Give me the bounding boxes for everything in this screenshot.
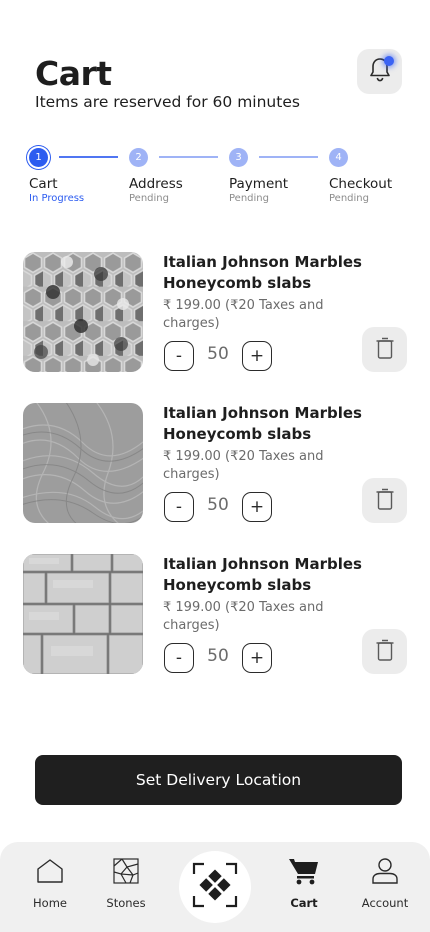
- quantity-stepper: - 50 +: [164, 643, 272, 673]
- product-image[interactable]: [23, 403, 143, 523]
- item-price: ₹ 199.00 (₹20 Taxes and charges): [163, 298, 324, 331]
- step-checkout[interactable]: 4 Checkout Pending: [329, 148, 392, 204]
- remove-item-button[interactable]: [362, 629, 407, 674]
- scan-button[interactable]: [179, 851, 251, 923]
- product-image[interactable]: [23, 252, 143, 372]
- notification-dot: [384, 56, 394, 66]
- step-number: 3: [229, 148, 248, 167]
- quantity-value: 50: [207, 646, 229, 666]
- trash-icon: [374, 336, 396, 364]
- step-label: Payment: [229, 176, 289, 192]
- checkout-stepper: 1 Cart In Progress 2 Address Pending 3 P…: [0, 148, 430, 210]
- notifications-button[interactable]: [357, 49, 402, 94]
- tab-label: Cart: [290, 896, 318, 910]
- cart-item: Italian Johnson Marbles Honeycomb slabs …: [23, 403, 413, 523]
- remove-item-button[interactable]: [362, 478, 407, 523]
- item-name: Italian Johnson Marbles Honeycomb slabs: [163, 253, 362, 292]
- item-info: Italian Johnson Marbles Honeycomb slabs …: [163, 554, 363, 635]
- item-name: Italian Johnson Marbles Honeycomb slabs: [163, 555, 362, 594]
- decrease-quantity-button[interactable]: -: [164, 341, 194, 371]
- product-image[interactable]: [23, 554, 143, 674]
- step-label: Checkout: [329, 176, 393, 192]
- quantity-stepper: - 50 +: [164, 492, 272, 522]
- item-price: ₹ 199.00 (₹20 Taxes and charges): [163, 449, 324, 482]
- increase-quantity-button[interactable]: +: [242, 643, 272, 673]
- item-price: ₹ 199.00 (₹20 Taxes and charges): [163, 600, 324, 633]
- step-address[interactable]: 2 Address Pending: [129, 148, 183, 204]
- quantity-value: 50: [207, 495, 229, 515]
- tab-label: Home: [33, 896, 67, 910]
- step-number: 1: [29, 148, 48, 167]
- tab-account[interactable]: Account: [345, 856, 425, 910]
- item-info: Italian Johnson Marbles Honeycomb slabs …: [163, 403, 363, 484]
- cart-icon: [288, 857, 320, 889]
- cart-item: Italian Johnson Marbles Honeycomb slabs …: [23, 252, 413, 372]
- step-cart[interactable]: 1 Cart In Progress: [29, 148, 84, 204]
- item-name: Italian Johnson Marbles Honeycomb slabs: [163, 404, 362, 443]
- tab-label: Account: [361, 896, 409, 910]
- step-number: 4: [329, 148, 348, 167]
- account-icon: [371, 857, 399, 889]
- cart-item: Italian Johnson Marbles Honeycomb slabs …: [23, 554, 413, 674]
- tab-home[interactable]: Home: [10, 856, 90, 910]
- page-header: Cart Items are reserved for 60 minutes: [35, 54, 300, 112]
- bottom-tab-bar: Home Stones Cart Account: [0, 842, 430, 932]
- quantity-value: 50: [207, 344, 229, 364]
- tab-label: Stones: [106, 896, 146, 910]
- decrease-quantity-button[interactable]: -: [164, 492, 194, 522]
- step-status: Pending: [229, 193, 269, 204]
- item-info: Italian Johnson Marbles Honeycomb slabs …: [163, 252, 363, 333]
- tab-stones[interactable]: Stones: [86, 856, 166, 910]
- set-delivery-location-button[interactable]: Set Delivery Location: [35, 755, 402, 805]
- decrease-quantity-button[interactable]: -: [164, 643, 194, 673]
- tab-cart[interactable]: Cart: [264, 856, 344, 910]
- increase-quantity-button[interactable]: +: [242, 492, 272, 522]
- step-number: 2: [129, 148, 148, 167]
- step-label: Address: [129, 176, 183, 192]
- trash-icon: [374, 487, 396, 515]
- remove-item-button[interactable]: [362, 327, 407, 372]
- step-status: In Progress: [29, 193, 85, 204]
- step-status: Pending: [329, 193, 369, 204]
- stones-icon: [113, 858, 139, 888]
- increase-quantity-button[interactable]: +: [242, 341, 272, 371]
- quantity-stepper: - 50 +: [164, 341, 272, 371]
- step-status: Pending: [129, 193, 169, 204]
- scan-icon: [192, 862, 238, 912]
- step-payment[interactable]: 3 Payment Pending: [229, 148, 288, 204]
- page-title: Cart: [35, 54, 112, 93]
- step-label: Cart: [29, 176, 58, 192]
- trash-icon: [374, 638, 396, 666]
- page-subtitle: Items are reserved for 60 minutes: [35, 93, 300, 111]
- home-icon: [36, 857, 64, 889]
